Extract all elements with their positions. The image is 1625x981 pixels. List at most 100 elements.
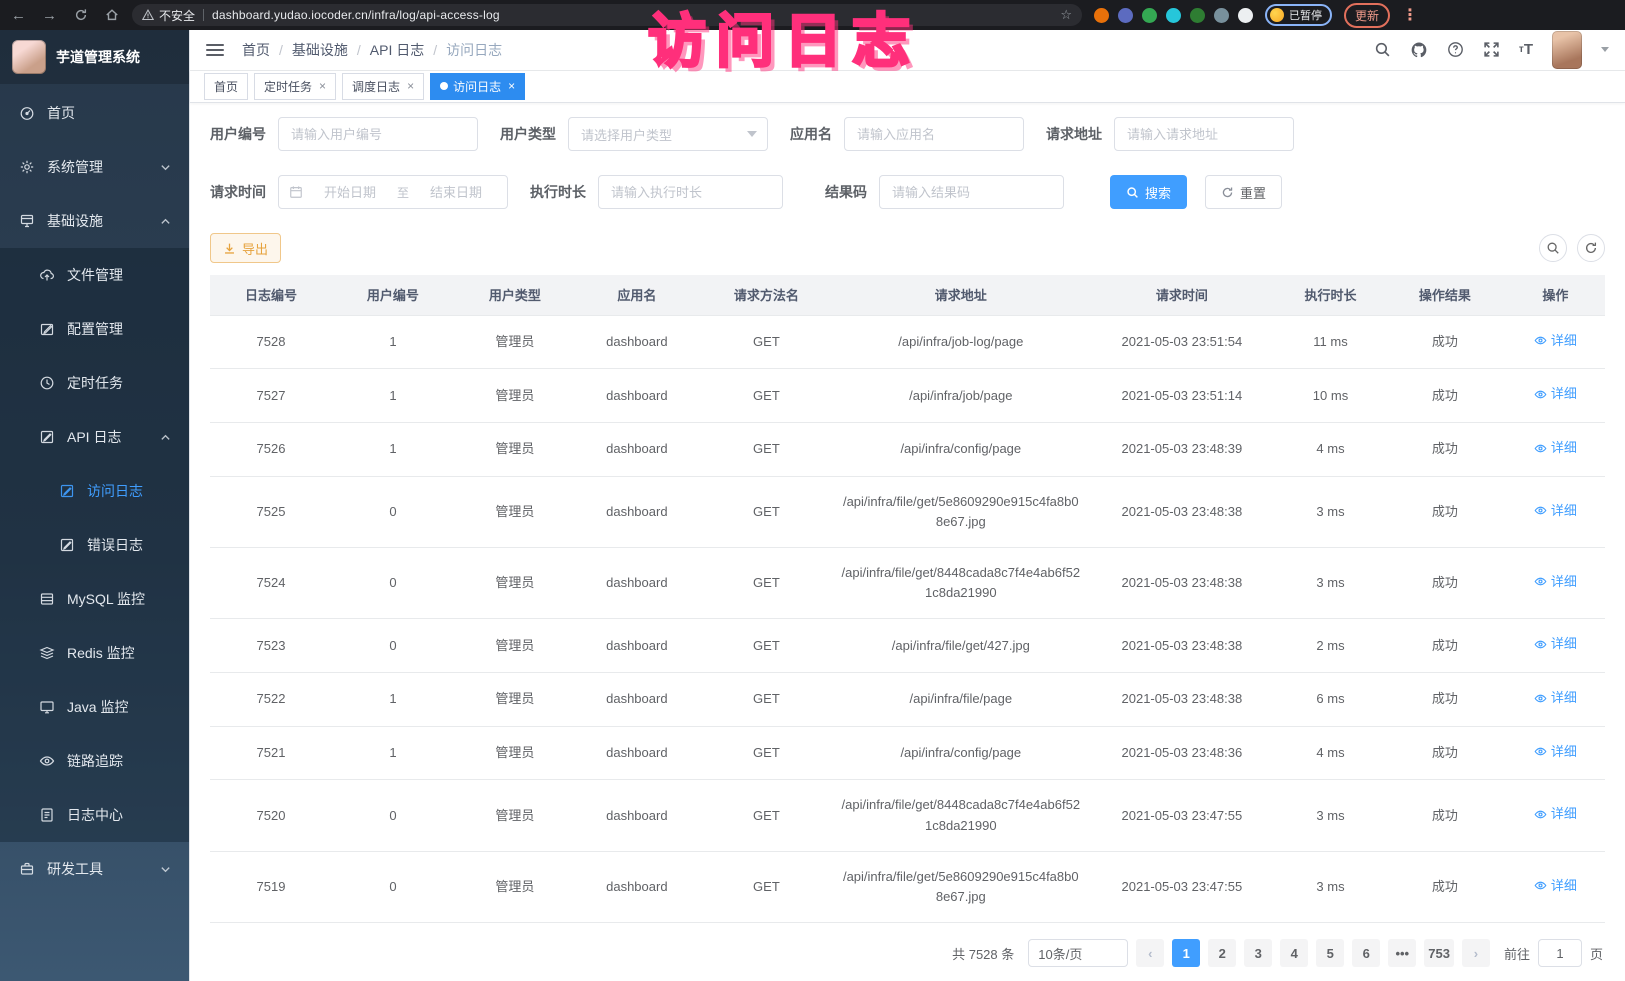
- result-code-input[interactable]: [879, 175, 1064, 209]
- cell-user-id: 1: [332, 423, 454, 477]
- sidebar-item-日志中心[interactable]: 日志中心: [0, 788, 189, 842]
- sidebar-item-配置管理[interactable]: 配置管理: [0, 302, 189, 356]
- paused-badge[interactable]: 已暂停: [1265, 4, 1332, 26]
- extension-icon[interactable]: [1190, 8, 1205, 23]
- breadcrumb-api-log[interactable]: API 日志: [370, 40, 424, 60]
- user-type-select[interactable]: 请选择用户类型: [568, 117, 768, 151]
- cell-actions: 详细: [1506, 780, 1605, 851]
- page-button-5[interactable]: 5: [1316, 939, 1344, 967]
- sidebar-item-基础设施[interactable]: 基础设施: [0, 194, 189, 248]
- extension-icon[interactable]: [1238, 8, 1253, 23]
- request-time-range[interactable]: 至: [278, 175, 508, 209]
- fullscreen-icon[interactable]: [1483, 41, 1500, 58]
- sidebar-item-研发工具[interactable]: 研发工具: [0, 842, 189, 896]
- close-icon[interactable]: ×: [508, 79, 515, 93]
- detail-link[interactable]: 详细: [1534, 384, 1577, 404]
- page-size-select[interactable]: 10条/页: [1028, 939, 1128, 967]
- sidebar-item-系统管理[interactable]: 系统管理: [0, 140, 189, 194]
- extension-icon[interactable]: [1214, 8, 1229, 23]
- detail-link[interactable]: 详细: [1534, 634, 1577, 654]
- detail-link[interactable]: 详细: [1534, 876, 1577, 896]
- detail-link[interactable]: 详细: [1534, 742, 1577, 762]
- page-button-4[interactable]: 4: [1280, 939, 1308, 967]
- sidebar-item-错误日志[interactable]: 错误日志: [0, 518, 189, 572]
- security-indicator[interactable]: 不安全: [142, 7, 195, 24]
- browser-forward-icon[interactable]: →: [41, 7, 58, 24]
- app-name-input[interactable]: [844, 117, 1024, 151]
- breadcrumb-home[interactable]: 首页: [242, 40, 270, 60]
- pagination-total: 共 7528 条: [952, 944, 1014, 963]
- pagination-ellipsis[interactable]: •••: [1388, 939, 1416, 967]
- export-button[interactable]: 导出: [210, 233, 281, 263]
- start-date-input[interactable]: [309, 185, 391, 200]
- update-button[interactable]: 更新: [1344, 3, 1390, 28]
- table-row: 75200管理员dashboardGET/api/infra/file/get/…: [210, 780, 1605, 851]
- bookmark-star-icon[interactable]: ☆: [1060, 7, 1072, 23]
- detail-link[interactable]: 详细: [1534, 572, 1577, 592]
- detail-link[interactable]: 详细: [1534, 688, 1577, 708]
- tab-定时任务[interactable]: 定时任务×: [254, 73, 336, 100]
- toggle-search-button[interactable]: [1539, 234, 1567, 262]
- sidebar-item-redis-监控[interactable]: Redis 监控: [0, 626, 189, 680]
- avatar-caret-icon[interactable]: [1601, 47, 1609, 52]
- cell-duration: 3 ms: [1277, 548, 1384, 619]
- page-button-2[interactable]: 2: [1208, 939, 1236, 967]
- page-button-3[interactable]: 3: [1244, 939, 1272, 967]
- tab-调度日志[interactable]: 调度日志×: [342, 73, 424, 100]
- detail-link[interactable]: 详细: [1534, 438, 1577, 458]
- refresh-table-button[interactable]: [1577, 234, 1605, 262]
- reset-button[interactable]: 重置: [1205, 175, 1282, 209]
- search-icon[interactable]: [1374, 41, 1391, 58]
- cell-actions: 详细: [1506, 423, 1605, 477]
- next-page-button[interactable]: ›: [1462, 939, 1490, 967]
- sidebar-item-文件管理[interactable]: 文件管理: [0, 248, 189, 302]
- extension-icon[interactable]: [1118, 8, 1133, 23]
- request-url-input[interactable]: [1114, 117, 1294, 151]
- end-date-input[interactable]: [415, 185, 497, 200]
- prev-page-button[interactable]: ‹: [1136, 939, 1164, 967]
- extension-icon[interactable]: [1094, 8, 1109, 23]
- browser-reload-icon[interactable]: [72, 7, 89, 24]
- detail-link[interactable]: 详细: [1534, 804, 1577, 824]
- address-bar[interactable]: 不安全 dashboard.yudao.iocoder.cn/infra/log…: [132, 4, 1082, 26]
- sidebar-menu: 首页系统管理基础设施文件管理配置管理定时任务API 日志访问日志错误日志MySQ…: [0, 84, 189, 896]
- sidebar-item-访问日志[interactable]: 访问日志: [0, 464, 189, 518]
- sidebar-item-mysql-监控[interactable]: MySQL 监控: [0, 572, 189, 626]
- sidebar-item-api-日志[interactable]: API 日志: [0, 410, 189, 464]
- user-id-input[interactable]: [278, 117, 478, 151]
- sidebar-item-定时任务[interactable]: 定时任务: [0, 356, 189, 410]
- tab-首页[interactable]: 首页: [204, 73, 248, 100]
- cell-time: 2021-05-03 23:48:38: [1087, 476, 1278, 547]
- detail-link[interactable]: 详细: [1534, 501, 1577, 521]
- cell-result: 成功: [1384, 780, 1506, 851]
- user-avatar[interactable]: [1552, 31, 1582, 69]
- breadcrumb-infra[interactable]: 基础设施: [292, 40, 348, 60]
- github-icon[interactable]: [1410, 41, 1428, 59]
- page-button-6[interactable]: 6: [1352, 939, 1380, 967]
- browser-home-icon[interactable]: [103, 7, 120, 24]
- cell-user-id: 1: [332, 369, 454, 423]
- browser-menu-icon[interactable]: ⋮: [1402, 5, 1418, 25]
- close-icon[interactable]: ×: [407, 79, 414, 93]
- cell-url: /api/infra/file/get/427.jpg: [835, 619, 1087, 673]
- font-size-icon[interactable]: тT: [1519, 41, 1533, 58]
- sidebar-item-链路追踪[interactable]: 链路追踪: [0, 734, 189, 788]
- cell-duration: 2 ms: [1277, 619, 1384, 673]
- extension-icon[interactable]: [1166, 8, 1181, 23]
- hamburger-icon[interactable]: [206, 44, 224, 56]
- sidebar-item-java-监控[interactable]: Java 监控: [0, 680, 189, 734]
- duration-input[interactable]: [598, 175, 783, 209]
- goto-page-input[interactable]: [1538, 939, 1582, 967]
- detail-link[interactable]: 详细: [1534, 331, 1577, 351]
- detail-link-label: 详细: [1551, 572, 1577, 592]
- extension-icon[interactable]: [1142, 8, 1157, 23]
- browser-back-icon[interactable]: ←: [10, 7, 27, 24]
- sidebar-item-首页[interactable]: 首页: [0, 86, 189, 140]
- page-button-753[interactable]: 753: [1424, 939, 1454, 967]
- app-logo[interactable]: 芋道管理系统: [0, 30, 189, 84]
- tab-访问日志[interactable]: 访问日志×: [430, 73, 525, 100]
- help-icon[interactable]: [1447, 41, 1464, 58]
- page-button-1[interactable]: 1: [1172, 939, 1200, 967]
- close-icon[interactable]: ×: [319, 79, 326, 93]
- search-button[interactable]: 搜索: [1110, 175, 1187, 209]
